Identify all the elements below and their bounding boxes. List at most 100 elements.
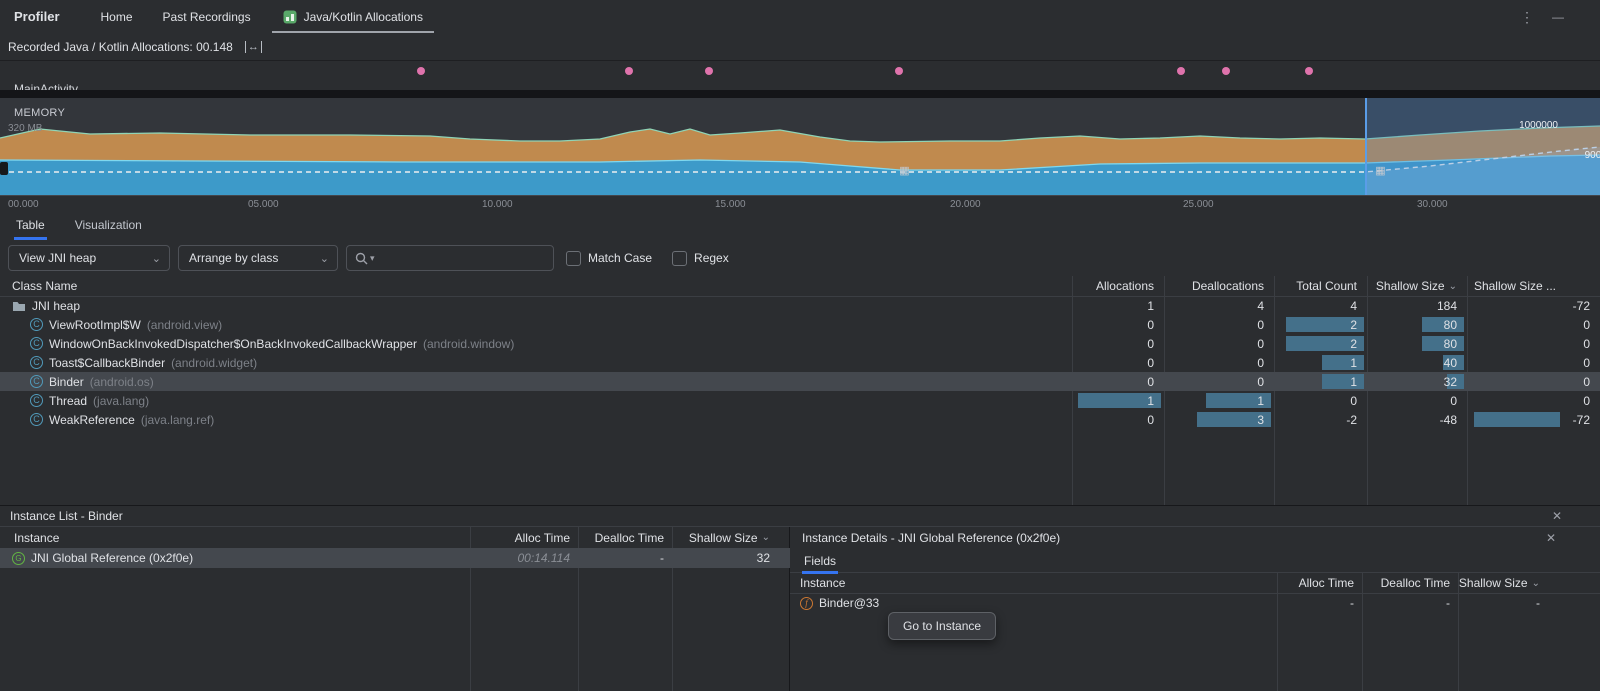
heap-folder-icon	[12, 300, 26, 312]
instance-details-header: Instance Details - JNI Global Reference …	[790, 527, 1600, 549]
go-to-instance-tooltip[interactable]: Go to Instance	[888, 612, 996, 640]
time-tick: 00.000	[8, 199, 39, 210]
zoom-to-fit-icon[interactable]: ↔	[245, 41, 262, 53]
arrange-dropdown[interactable]: Arrange by class ⌄	[178, 245, 338, 271]
event-marker[interactable]	[417, 67, 425, 75]
instance-details-panel: Instance Details - JNI Global Reference …	[790, 527, 1600, 691]
instance-details-title: Instance Details - JNI Global Reference …	[802, 531, 1060, 545]
instance-list-panel: Instance Alloc Time Dealloc Time Shallow…	[0, 527, 790, 691]
fields-table-header: Instance Alloc Time Dealloc Time Shallow…	[790, 573, 1600, 594]
col-allocations[interactable]: Allocations	[1072, 276, 1164, 296]
activity-lifecycle-bar[interactable]	[0, 90, 1600, 98]
memory-area-chart[interactable]	[0, 98, 1600, 195]
event-track[interactable]	[0, 60, 1600, 84]
time-tick: 05.000	[248, 199, 279, 210]
class-icon: C	[30, 337, 43, 350]
table-row-binder[interactable]: C Binder (android.os) 0 0 1 32 0	[0, 372, 1600, 391]
chevron-down-icon: ⌄	[152, 252, 161, 265]
instance-row-jni-global-reference[interactable]: G JNI Global Reference (0x2f0e) 00:14.11…	[0, 548, 790, 568]
gc-event-icon[interactable]: ▦	[898, 165, 911, 178]
tab-java-kotlin-allocations[interactable]: Java/Kotlin Allocations	[266, 0, 440, 33]
regex-checkbox[interactable]: Regex	[672, 251, 729, 266]
col-class-name[interactable]: Class Name	[12, 276, 77, 296]
instance-list-table-header: Instance Alloc Time Dealloc Time Shallow…	[0, 527, 790, 549]
tab-fields[interactable]: Fields	[802, 552, 838, 574]
timeline-selection[interactable]: 1000000 900000	[1365, 98, 1600, 195]
col-shallow-size[interactable]: Shallow Size⌄	[1458, 573, 1568, 593]
gc-event-icon[interactable]: ▦	[1374, 165, 1387, 178]
selection-count-label: 1000000	[1519, 120, 1558, 131]
class-icon: C	[30, 375, 43, 388]
event-marker[interactable]	[1177, 67, 1185, 75]
event-marker[interactable]	[1305, 67, 1313, 75]
app-title: Profiler	[14, 9, 60, 24]
sort-descending-icon: ⌄	[762, 532, 770, 543]
memory-chart[interactable]: 1000000 900000 MEMORY 320 MB ▦ ▦	[0, 98, 1600, 195]
time-tick: 10.000	[482, 199, 513, 210]
event-marker[interactable]	[625, 67, 633, 75]
profiler-window: Profiler Home Past Recordings Java/Kotli…	[0, 0, 1600, 691]
class-table-header: Class Name Allocations Deallocations Tot…	[0, 276, 1600, 297]
details-tab-bar: Fields	[790, 549, 1600, 573]
tab-table[interactable]: Table	[14, 213, 47, 240]
table-row-windowonbackinvokeddispatcher[interactable]: C WindowOnBackInvokedDispatcher$OnBackIn…	[0, 334, 1600, 353]
search-input[interactable]	[381, 250, 545, 266]
table-row-weakreference[interactable]: C WeakReference (java.lang.ref) 0 3 -2 -…	[0, 410, 1600, 429]
close-icon[interactable]: ✕	[1552, 509, 1562, 523]
bottom-panels: Instance List - Binder ✕ Instance Alloc …	[0, 505, 1600, 691]
col-alloc-time[interactable]: Alloc Time	[1277, 573, 1362, 593]
search-options-caret-icon[interactable]: ▾	[370, 253, 375, 264]
col-shallow-size[interactable]: Shallow Size⌄	[1367, 276, 1467, 296]
class-icon: C	[30, 356, 43, 369]
col-dealloc-time[interactable]: Dealloc Time	[578, 527, 672, 548]
close-icon[interactable]: ✕	[1546, 531, 1556, 545]
table-row-toast-callbackbinder[interactable]: C Toast$CallbackBinder (android.widget) …	[0, 353, 1600, 372]
search-field[interactable]: ▾	[346, 245, 554, 271]
jni-reference-icon: G	[12, 552, 25, 565]
time-tick: 15.000	[715, 199, 746, 210]
class-icon: C	[30, 394, 43, 407]
col-instance[interactable]: Instance	[14, 527, 59, 548]
tab-past-recordings[interactable]: Past Recordings	[148, 0, 266, 33]
recorded-session-label: Recorded Java / Kotlin Allocations: 00.1…	[8, 40, 233, 54]
col-shallow-size-remaining[interactable]: Shallow Size ...	[1467, 276, 1600, 296]
class-table: Class Name Allocations Deallocations Tot…	[0, 276, 1600, 505]
view-tab-bar: Table Visualization	[0, 212, 1600, 240]
class-icon: C	[30, 318, 43, 331]
checkbox-icon[interactable]	[672, 251, 687, 266]
table-row-viewrootimpl[interactable]: C ViewRootImpl$W (android.view) 0 0 2 80…	[0, 315, 1600, 334]
event-marker[interactable]	[1222, 67, 1230, 75]
field-icon: f	[800, 597, 813, 610]
col-deallocations[interactable]: Deallocations	[1164, 276, 1274, 296]
field-row-binder[interactable]: f Binder@33 - - -	[790, 593, 1600, 613]
event-marker[interactable]	[705, 67, 713, 75]
filter-toolbar: View JNI heap ⌄ Arrange by class ⌄ ▾ Mat…	[0, 240, 1600, 276]
table-row-thread[interactable]: C Thread (java.lang) 1 1 0 0 0	[0, 391, 1600, 410]
event-marker[interactable]	[895, 67, 903, 75]
main-tab-bar: Profiler Home Past Recordings Java/Kotli…	[0, 0, 1600, 34]
time-axis: 00.000 05.000 10.000 15.000 20.000 25.00…	[0, 195, 1600, 213]
col-total-count[interactable]: Total Count	[1274, 276, 1367, 296]
tab-visualization[interactable]: Visualization	[73, 213, 144, 240]
selection-count-label-2: 900000	[1585, 150, 1600, 161]
sort-descending-icon: ⌄	[1532, 578, 1540, 589]
hide-window-icon[interactable]: —	[1552, 10, 1564, 24]
memory-axis-max: 320 MB	[8, 123, 42, 134]
col-shallow-size[interactable]: Shallow Size⌄	[672, 527, 790, 548]
heap-dropdown[interactable]: View JNI heap ⌄	[8, 245, 170, 271]
activity-track: MainActivity	[0, 84, 1600, 98]
col-dealloc-time[interactable]: Dealloc Time	[1362, 573, 1458, 593]
match-case-checkbox[interactable]: Match Case	[566, 251, 652, 266]
col-alloc-time[interactable]: Alloc Time	[470, 527, 578, 548]
checkbox-icon[interactable]	[566, 251, 581, 266]
recording-toolbar: Recorded Java / Kotlin Allocations: 00.1…	[0, 33, 1600, 61]
class-icon: C	[30, 413, 43, 426]
search-icon	[355, 252, 368, 265]
instance-list-title: Instance List - Binder	[10, 509, 123, 523]
more-options-icon[interactable]: ⋮	[1520, 10, 1534, 24]
time-tick: 25.000	[1183, 199, 1214, 210]
col-instance[interactable]: Instance	[800, 573, 845, 593]
timeline-left-handle[interactable]	[0, 162, 8, 175]
tab-home[interactable]: Home	[86, 0, 148, 33]
table-row-jni-heap[interactable]: JNI heap 1 4 4 184 -72	[0, 296, 1600, 315]
